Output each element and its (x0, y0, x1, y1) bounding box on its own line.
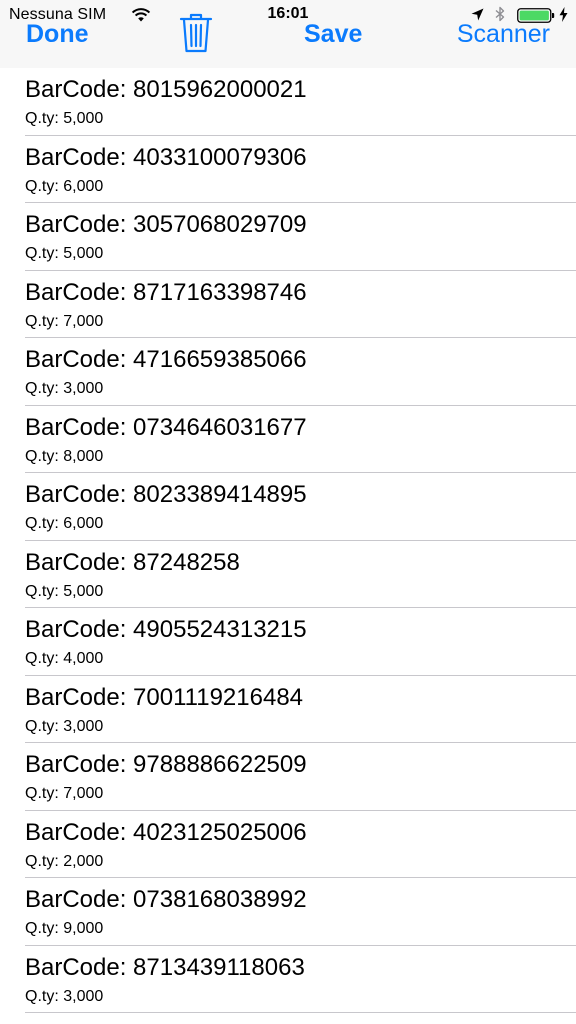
list-item[interactable]: BarCode: 3057068029709 Q.ty: 5,000 (0, 203, 576, 271)
quantity-label: Q.ty: 3,000 (25, 717, 104, 735)
list-item[interactable]: BarCode: 8015962000021 Q.ty: 5,000 (0, 68, 576, 136)
list-item[interactable]: BarCode: 4023125025006 Q.ty: 2,000 (0, 811, 576, 879)
list-item[interactable]: BarCode: 0734646031677 Q.ty: 8,000 (0, 406, 576, 474)
charging-icon (559, 7, 568, 22)
barcode-label: BarCode: 4023125025006 (25, 818, 307, 846)
quantity-label: Q.ty: 4,000 (25, 650, 104, 667)
barcode-label: BarCode: 4905524313215 (25, 616, 307, 643)
barcode-label: BarCode: 7001119216484 (25, 683, 304, 711)
list-item[interactable]: BarCode: 8023389414895 Q.ty: 6,000 (0, 473, 576, 541)
list-item[interactable]: BarCode: 8717163398746 Q.ty: 7,000 (0, 271, 576, 339)
quantity-label: Q.ty: 9,000 (25, 920, 104, 937)
list-item[interactable]: BarCode: 87248258 Q.ty: 5,000 (0, 541, 576, 609)
bluetooth-icon (495, 6, 505, 22)
location-icon (471, 8, 484, 21)
quantity-label: Q.ty: 6,000 (25, 177, 104, 195)
list-item[interactable]: BarCode: 0738168038992 Q.ty: 9,000 (0, 878, 576, 946)
list-item[interactable]: BarCode: 4716659385066 Q.ty: 3,000 (0, 338, 576, 406)
status-bar: Nessuna SIM 16:01 (0, 0, 576, 26)
barcode-label: BarCode: 4033100079306 (25, 143, 307, 171)
list-item[interactable]: BarCode: 9788886622509 Q.ty: 7,000 (0, 743, 576, 811)
quantity-label: Q.ty: 8,000 (25, 447, 104, 465)
clock: 16:01 (267, 5, 309, 22)
battery-icon (517, 8, 555, 23)
list-item[interactable]: BarCode: 4033100079306 Q.ty: 6,000 (0, 136, 576, 204)
barcode-label: BarCode: 8023389414895 (25, 481, 307, 508)
barcode-label: BarCode: 4716659385066 (25, 346, 307, 373)
list-item[interactable]: BarCode: 4905524313215 Q.ty: 4,000 (0, 608, 576, 676)
barcode-label: BarCode: 87248258 (25, 548, 240, 576)
quantity-label: Q.ty: 7,000 (25, 312, 104, 330)
barcode-label: BarCode: 0738168038992 (25, 886, 307, 913)
list-item[interactable]: BarCode: 8713439118063 Q.ty: 3,000 (0, 946, 576, 1014)
quantity-label: Q.ty: 3,000 (25, 987, 104, 1005)
barcode-label: BarCode: 8717163398746 (25, 278, 307, 306)
quantity-label: Q.ty: 5,000 (25, 582, 104, 600)
barcode-list[interactable]: BarCode: 8015962000021 Q.ty: 5,000 BarCo… (0, 68, 576, 1013)
quantity-label: Q.ty: 2,000 (25, 852, 104, 870)
barcode-label: BarCode: 3057068029709 (25, 211, 307, 238)
quantity-label: Q.ty: 7,000 (25, 785, 104, 802)
barcode-label: BarCode: 8015962000021 (25, 76, 307, 103)
barcode-label: BarCode: 0734646031677 (25, 413, 307, 441)
barcode-label: BarCode: 9788886622509 (25, 751, 307, 778)
screen: Done Save Scanner Nessuna SIM 16:01 BarC… (0, 0, 576, 1024)
barcode-label: BarCode: 8713439118063 (25, 953, 305, 981)
quantity-label: Q.ty: 3,000 (25, 380, 104, 397)
quantity-label: Q.ty: 5,000 (25, 245, 104, 262)
quantity-label: Q.ty: 6,000 (25, 515, 104, 532)
quantity-label: Q.ty: 5,000 (25, 110, 104, 127)
list-item[interactable]: BarCode: 7001119216484 Q.ty: 3,000 (0, 676, 576, 744)
